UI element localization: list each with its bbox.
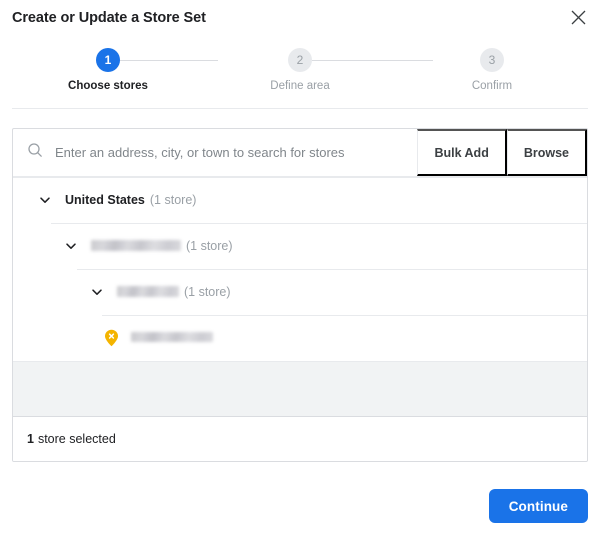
continue-button[interactable]: Continue [488, 489, 588, 523]
create-store-set-dialog: Create or Update a Store Set 1 Choose st… [0, 0, 600, 541]
chevron-down-icon[interactable] [63, 238, 79, 254]
chevron-down-icon[interactable] [89, 284, 105, 300]
header-divider [12, 108, 588, 109]
selected-count-label: store selected [37, 432, 116, 446]
row-divider [13, 177, 587, 178]
search-icon [27, 142, 43, 163]
redacted-label [117, 285, 179, 297]
search-field[interactable] [13, 129, 418, 176]
search-input[interactable] [55, 145, 418, 160]
stepper-connector-2 [312, 60, 433, 61]
tree-node-count: (1 store) [149, 193, 197, 207]
tree-node-count: (1 store) [184, 285, 231, 299]
bulk-add-button[interactable]: Bulk Add [417, 129, 507, 176]
row-divider [51, 223, 587, 224]
browse-button[interactable]: Browse [506, 129, 587, 176]
step-number-2: 2 [288, 48, 312, 72]
row-divider [102, 361, 587, 362]
dialog-header: Create or Update a Store Set [0, 0, 600, 34]
tree-node-count: (1 store) [186, 239, 233, 253]
close-button[interactable] [566, 5, 590, 29]
store-tree: United States (1 store) (1 store) (1 sto… [13, 177, 587, 416]
map-pin-icon [103, 329, 119, 347]
row-divider [77, 269, 587, 270]
step-label-1: Choose stores [68, 80, 148, 92]
tree-node-label: United States [65, 193, 145, 207]
step-number-3: 3 [480, 48, 504, 72]
store-picker-card: Bulk Add Browse United States (1 store) [12, 128, 588, 462]
step-number-1: 1 [96, 48, 120, 72]
stepper: 1 Choose stores 2 Define area 3 Confirm [0, 34, 600, 108]
step-label-3: Confirm [471, 80, 513, 92]
tree-row[interactable]: (1 store) [13, 269, 587, 315]
tree-row[interactable]: (1 store) [13, 223, 587, 269]
dialog-footer: Continue [0, 471, 600, 541]
step-choose-stores[interactable]: 1 Choose stores [12, 34, 204, 92]
selection-summary: 1 store selected [13, 416, 587, 461]
step-define-area[interactable]: 2 Define area [204, 34, 396, 92]
tree-row[interactable] [13, 315, 587, 361]
tree-row[interactable]: United States (1 store) [13, 177, 587, 223]
tree-empty-area [13, 361, 587, 416]
row-divider [102, 315, 587, 316]
step-confirm[interactable]: 3 Confirm [396, 34, 588, 92]
redacted-label [131, 332, 213, 342]
chevron-down-icon[interactable] [37, 192, 53, 208]
redacted-label [91, 239, 181, 251]
step-label-2: Define area [270, 80, 330, 92]
page-title: Create or Update a Store Set [12, 10, 206, 26]
search-row: Bulk Add Browse [13, 129, 587, 177]
close-icon [571, 10, 586, 25]
selected-count: 1 [27, 432, 34, 446]
